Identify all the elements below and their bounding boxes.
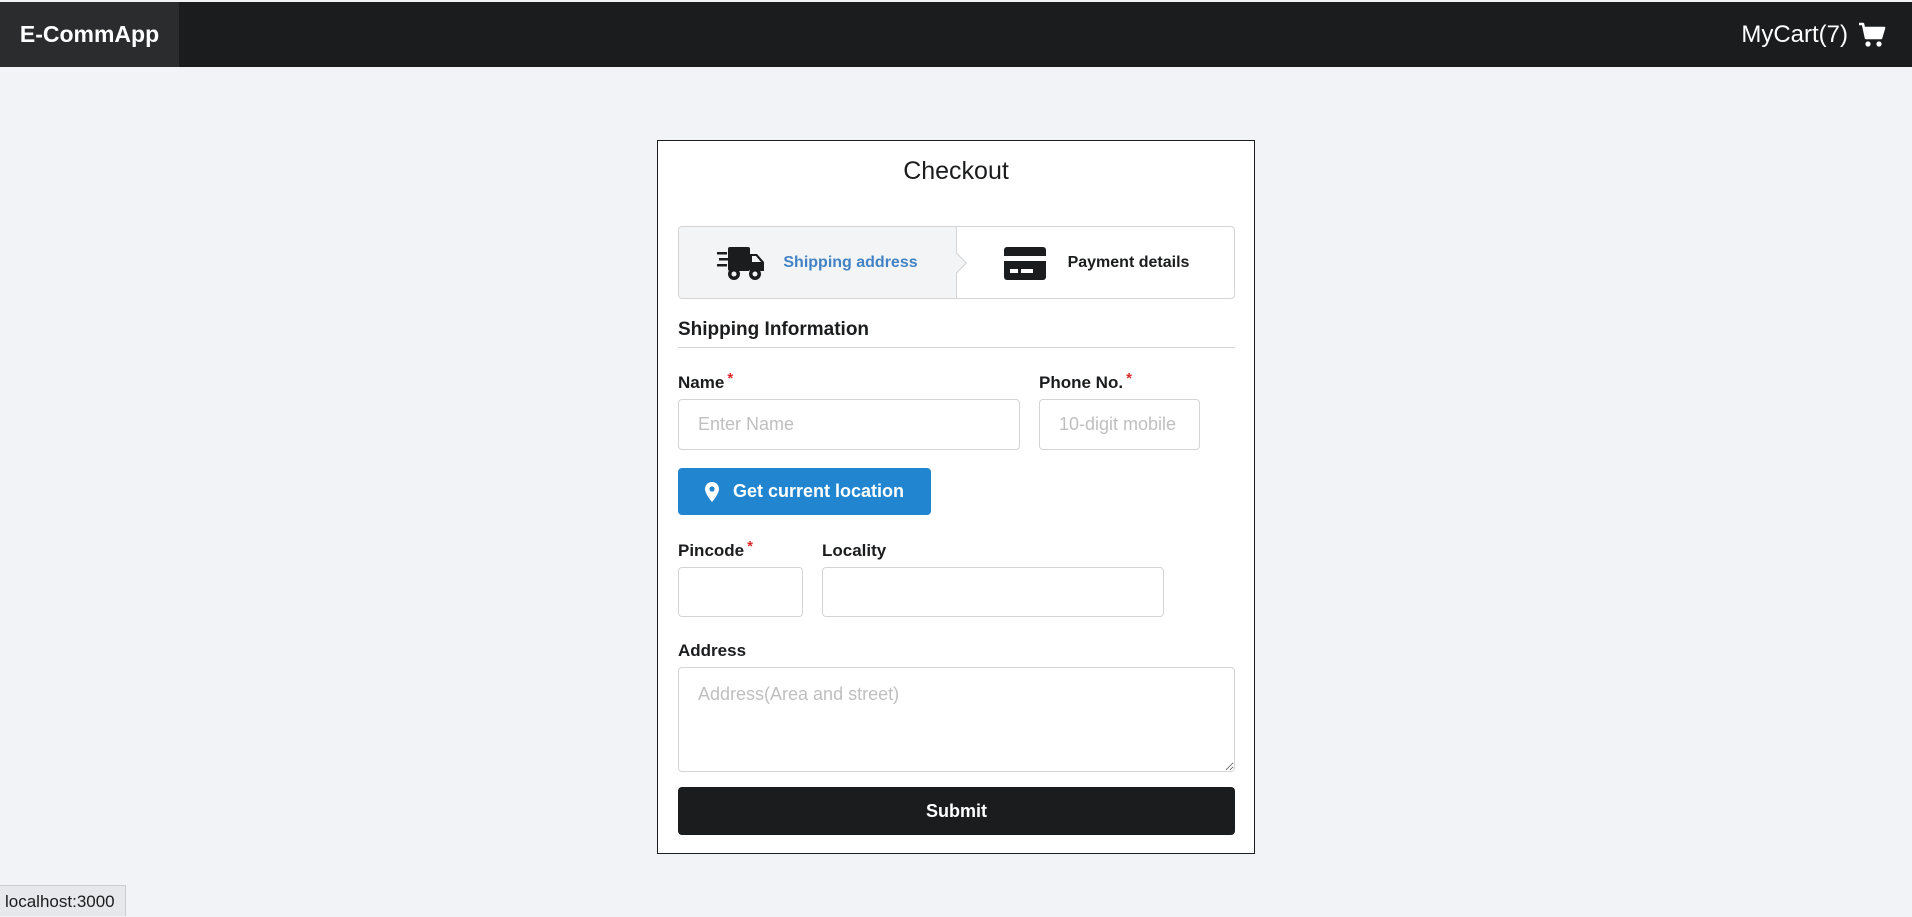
status-bar-url: localhost:3000: [0, 885, 126, 916]
cart-link[interactable]: MyCart(7): [1741, 2, 1886, 67]
checkout-steps: Shipping address Payment details: [678, 226, 1235, 299]
address-label-text: Address: [678, 641, 747, 660]
pincode-label: Pincode *: [678, 538, 753, 561]
address-textarea[interactable]: [678, 667, 1235, 772]
name-label: Name *: [678, 370, 734, 393]
pincode-label-text: Pincode: [678, 541, 745, 560]
name-input[interactable]: [678, 399, 1020, 450]
pincode-input[interactable]: [678, 567, 803, 617]
phone-label: Phone No. *: [1039, 370, 1132, 393]
submit-button[interactable]: Submit: [678, 787, 1235, 835]
locality-label-text: Locality: [822, 541, 887, 560]
name-label-text: Name: [678, 373, 725, 392]
phone-label-text: Phone No.: [1039, 373, 1124, 392]
phone-input[interactable]: [1039, 399, 1200, 450]
locality-input[interactable]: [822, 567, 1164, 617]
get-current-location-label: Get current location: [732, 481, 905, 501]
phone-required-mark: *: [1126, 370, 1132, 387]
locality-label: Locality: [822, 541, 886, 561]
checkout-title: Checkout: [903, 157, 1009, 185]
brand-link[interactable]: E-CommApp: [0, 2, 179, 67]
shopping-cart-icon: [1858, 22, 1886, 48]
step-label-shipping: Shipping address: [783, 253, 918, 271]
cart-label: MyCart(7): [1741, 20, 1848, 48]
step-shipping-address[interactable]: Shipping address: [679, 227, 956, 298]
get-current-location-button[interactable]: Get current location: [678, 468, 931, 515]
top-navbar: E-CommApp MyCart(7): [0, 2, 1912, 67]
pincode-required-mark: *: [747, 538, 753, 555]
map-pin-icon: [704, 481, 719, 502]
step-payment-details[interactable]: Payment details: [956, 227, 1234, 298]
address-label: Address: [678, 641, 746, 661]
truck-icon: [717, 243, 765, 283]
credit-card-icon: [1002, 243, 1050, 283]
checkout-card: Checkout Shipping address Payment detail…: [657, 140, 1255, 854]
step-label-payment: Payment details: [1067, 253, 1190, 271]
name-required-mark: *: [727, 370, 734, 387]
shipping-information-header: Shipping Information: [678, 319, 1235, 348]
